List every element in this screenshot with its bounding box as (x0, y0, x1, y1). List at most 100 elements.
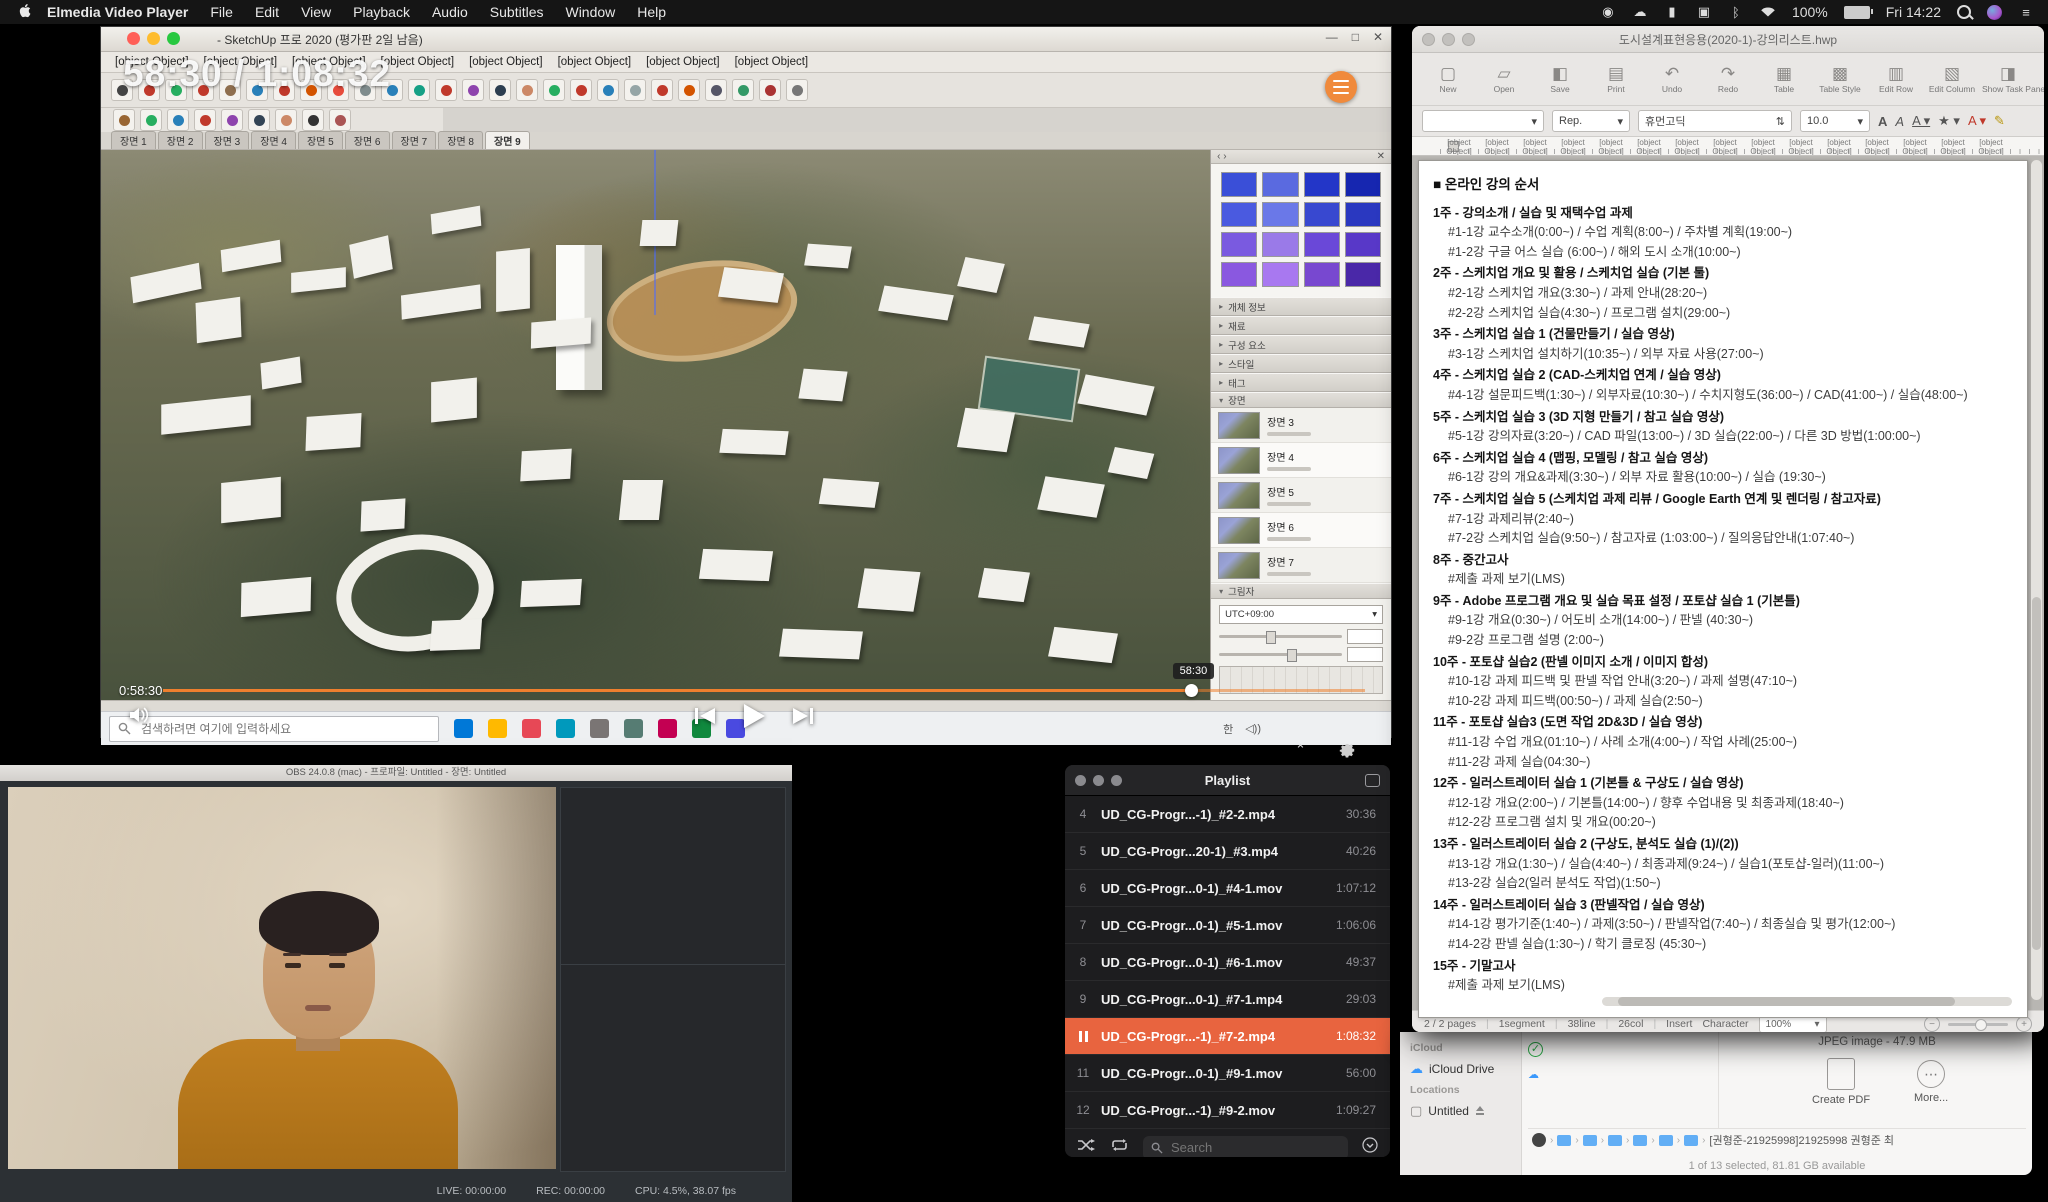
track-name[interactable]: UD_CG-Progr...0-1)_#4-1.mov (1101, 881, 1336, 896)
zoom-traffic-light[interactable] (167, 32, 180, 45)
rep-dropdown[interactable]: Rep.▾ (1552, 110, 1630, 132)
document-line[interactable]: 4주 - 스케치업 실습 2 (CAD-스케치업 연계 / 실습 영상) (1433, 366, 2027, 386)
playlist-row[interactable]: 7 UD_CG-Progr...0-1)_#5-1.mov 1:06:06 (1065, 907, 1390, 944)
sketchup-tool-icon[interactable] (624, 79, 646, 101)
sketchup-tool-icon[interactable] (759, 79, 781, 101)
shadows-panel-header[interactable]: ▾그림자 (1211, 583, 1391, 599)
scene-tab[interactable]: 장면 8 (438, 131, 483, 149)
document-line[interactable]: #12-2강 프로그램 설치 및 개요(00:20~) (1433, 813, 2027, 833)
document-line[interactable]: 7주 - 스케치업 실습 5 (스케치업 과제 리뷰 / Google Eart… (1433, 490, 2027, 510)
tray-section-header[interactable]: ▸태그 (1211, 373, 1391, 392)
scrollbar-thumb[interactable] (2032, 597, 2041, 950)
color-swatch[interactable] (1262, 172, 1298, 197)
track-name[interactable]: UD_CG-Progr...-1)_#2-2.mp4 (1101, 807, 1346, 822)
track-name[interactable]: UD_CG-Progr...-1)_#7-2.mp4 (1101, 1029, 1336, 1044)
sketchup-tool-icon[interactable] (732, 79, 754, 101)
color-swatch[interactable] (1221, 232, 1257, 257)
next-track-button[interactable] (792, 706, 814, 731)
sort-chevron-icon[interactable] (1362, 1137, 1378, 1157)
repeat-icon[interactable] (1110, 1138, 1129, 1157)
document-line[interactable]: 2주 - 스케치업 개요 및 활용 / 스케치업 실습 (기본 툴) (1433, 264, 2027, 284)
track-name[interactable]: UD_CG-Progr...0-1)_#9-1.mov (1101, 1066, 1346, 1081)
document-line[interactable]: #13-1강 개요(1:30~) / 실습(4:40~) / 최종과제(9:24… (1433, 855, 2027, 875)
obs-title-bar[interactable]: OBS 24.0.8 (mac) - 프로파일: Untitled - 장면: … (0, 765, 792, 781)
document-line[interactable]: #2-1강 스케치업 개요(3:30~) / 과제 안내(28:20~) (1433, 284, 2027, 304)
text-effect-button[interactable]: ★ ▾ (1938, 113, 1960, 129)
hwp-toolbar-button[interactable]: ▩ Table Style (1814, 64, 1866, 94)
menu-help[interactable]: Help (637, 4, 666, 20)
hwp-toolbar-button[interactable]: ▢ New (1422, 64, 1474, 94)
scene-thumbnail[interactable] (1218, 517, 1260, 544)
scene-tab[interactable]: 장면 9 (485, 131, 530, 149)
color-swatch[interactable] (1262, 202, 1298, 227)
document-line[interactable]: #12-1강 개요(2:00~) / 기본틀(14:00~) / 향후 수업내용… (1433, 794, 2027, 814)
scene-thumbnail[interactable] (1218, 482, 1260, 509)
scene-list-item[interactable]: 장면 7 (1211, 548, 1391, 583)
sidebar-item-icloud-drive[interactable]: ☁ iCloud Drive (1410, 1058, 1521, 1080)
zoom-in-button[interactable]: + (2016, 1016, 2032, 1032)
document-line[interactable]: #14-2강 판넬 실습(1:30~) / 학기 클로징 (45:30~) (1433, 935, 2027, 955)
scene-thumbnail[interactable] (1218, 412, 1260, 439)
app-path-icon[interactable] (1532, 1133, 1546, 1147)
slider-knob[interactable] (1287, 649, 1297, 662)
document-page[interactable]: ■ 온라인 강의 순서1주 - 강의소개 / 실습 및 재택수업 과제#1-1강… (1418, 160, 2028, 1018)
scene-list-item[interactable]: 장면 6 (1211, 513, 1391, 548)
scene-tab[interactable]: 장면 2 (158, 131, 203, 149)
document-line[interactable]: #11-2강 과제 실습(04:30~) (1433, 753, 2027, 773)
color-swatch[interactable] (1304, 232, 1340, 257)
previous-track-button[interactable] (694, 706, 716, 731)
vertical-scrollbar[interactable] (2031, 160, 2042, 1000)
tray-section-header[interactable]: ▸스타일 (1211, 354, 1391, 373)
sketchup-3d-viewport[interactable] (101, 150, 1210, 700)
hwp-toolbar-button[interactable]: ↶ Undo (1646, 64, 1698, 94)
more-button[interactable]: ⋯ More... (1914, 1060, 1948, 1104)
playlist-row[interactable]: 5 UD_CG-Progr...20-1)_#3.mp4 40:26 (1065, 833, 1390, 870)
zoom-out-button[interactable]: − (1924, 1016, 1940, 1032)
document-line[interactable]: #10-1강 과제 피드백 및 판넬 작업 안내(3:20~) / 과제 설명(… (1433, 672, 2027, 692)
sketchup-tool-icon[interactable] (248, 109, 270, 131)
document-line[interactable]: #9-2강 프로그램 설명 (2:00~) (1433, 631, 2027, 651)
close-traffic-light[interactable] (127, 32, 140, 45)
track-name[interactable]: UD_CG-Progr...0-1)_#7-1.mp4 (1101, 992, 1346, 1007)
win-minimize-icon[interactable]: — (1326, 30, 1338, 44)
color-swatch[interactable] (1221, 172, 1257, 197)
italic-button[interactable]: A (1895, 114, 1904, 129)
bookmark-icon[interactable]: ▮ (1664, 4, 1680, 20)
windows-search-box[interactable] (109, 716, 439, 742)
sidebar-item-untitled[interactable]: ▢ Untitled (1410, 1100, 1521, 1122)
progress-scrubber-handle[interactable] (1185, 684, 1198, 697)
pip-window-icon[interactable] (1365, 774, 1380, 787)
sketchup-tool-icon[interactable] (275, 109, 297, 131)
sketchup-tool-icon[interactable] (705, 79, 727, 101)
notification-center-icon[interactable]: ≡ (2018, 4, 2034, 20)
bluetooth-icon[interactable]: ᛒ (1728, 4, 1744, 20)
document-line[interactable]: #1-1강 교수소개(0:00~) / 수업 계획(8:00~) / 주차별 계… (1433, 223, 2027, 243)
document-line[interactable]: 1주 - 강의소개 / 실습 및 재택수업 과제 (1433, 204, 2027, 224)
document-line[interactable]: #9-1강 개요(0:30~) / 어도비 소개(14:00~) / 판넬 (4… (1433, 611, 2027, 631)
tray-section-header[interactable]: ▸재료 (1211, 316, 1391, 335)
color-swatch[interactable] (1262, 232, 1298, 257)
bold-button[interactable]: A (1878, 114, 1887, 129)
menu-window[interactable]: Window (565, 4, 615, 20)
taskbar-app-icon[interactable] (658, 719, 677, 738)
taskbar-app-icon[interactable] (590, 719, 609, 738)
document-line[interactable]: #2-2강 스케치업 실습(4:30~) / 프로그램 설치(29:00~) (1433, 304, 2027, 324)
track-name[interactable]: UD_CG-Progr...0-1)_#6-1.mov (1101, 955, 1346, 970)
font-size-dropdown[interactable]: 10.0▾ (1800, 110, 1870, 132)
sketchup-menu-item[interactable]: [object Object] (646, 56, 720, 68)
timezone-dropdown[interactable]: UTC+09:00▾ (1219, 605, 1383, 624)
color-swatch[interactable] (1345, 172, 1381, 197)
sketchup-menu-item[interactable]: [object Object] (469, 56, 543, 68)
hwp-toolbar-button[interactable]: ↷ Redo (1702, 64, 1754, 94)
sketchup-tool-icon[interactable] (329, 109, 351, 131)
playlist-row[interactable]: UD_CG-Progr...-1)_#7-2.mp4 1:08:32 (1065, 1018, 1390, 1055)
tray-header[interactable]: ‹ ›✕ (1211, 150, 1391, 164)
scene-tab[interactable]: 장면 6 (345, 131, 390, 149)
window-traffic-lights[interactable] (1075, 775, 1122, 786)
apple-logo-icon[interactable] (18, 3, 31, 21)
color-swatch[interactable] (1304, 262, 1340, 287)
scene-thumbnail[interactable] (1218, 552, 1260, 579)
scrollbar-thumb[interactable] (1618, 997, 1954, 1006)
sketchup-tool-icon[interactable] (543, 79, 565, 101)
document-line[interactable]: 14주 - 일러스트레이터 실습 3 (판넬작업 / 실습 영상) (1433, 896, 2027, 916)
